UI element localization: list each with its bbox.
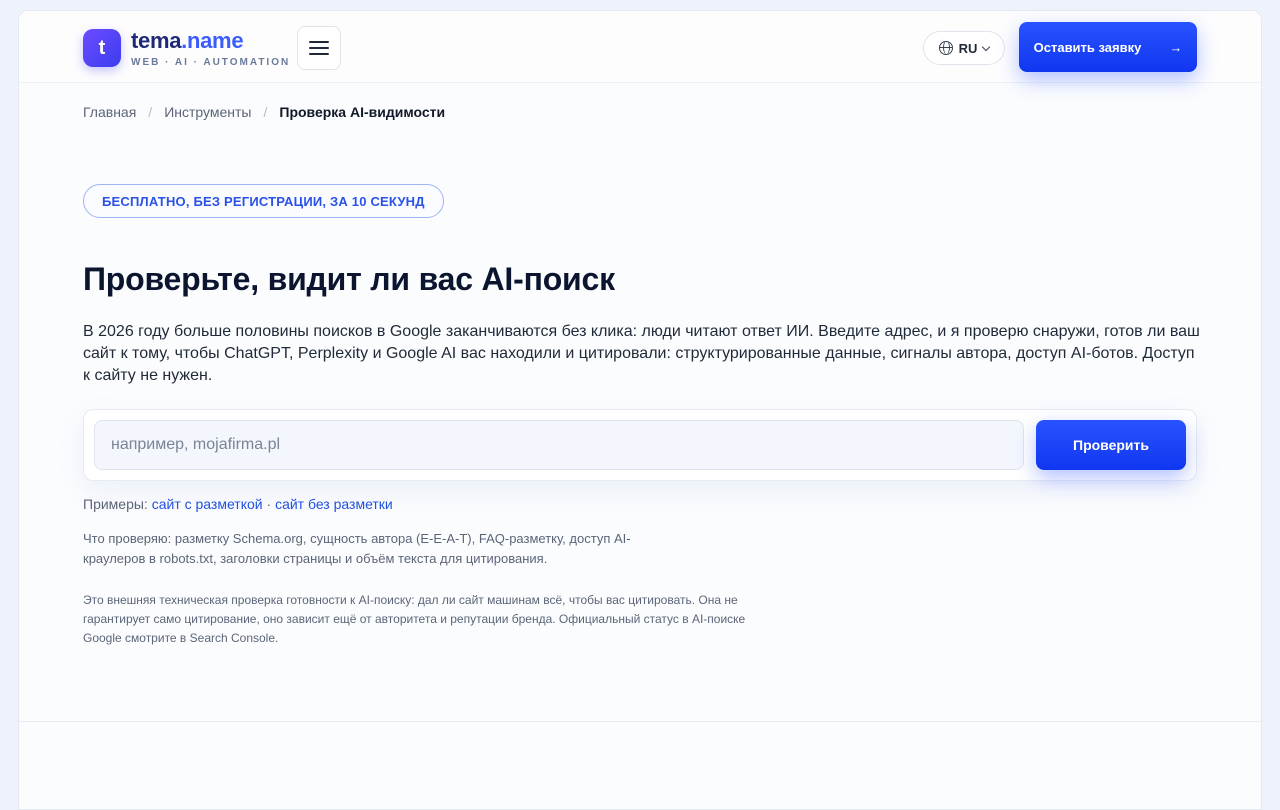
- logo-icon[interactable]: t: [83, 29, 121, 67]
- chevron-down-icon: [982, 42, 991, 51]
- example-link-without-markup[interactable]: сайт без разметки: [275, 496, 393, 512]
- breadcrumb-current: Проверка AI-видимости: [279, 104, 446, 120]
- menu-button[interactable]: [297, 26, 341, 70]
- arrow-right-icon: →: [1169, 39, 1183, 55]
- section-divider: [19, 721, 1261, 722]
- breadcrumb-separator: /: [263, 104, 268, 120]
- intro-text: В 2026 году больше половины поисков в Go…: [83, 323, 1200, 384]
- language-selector[interactable]: RU: [923, 31, 1005, 65]
- url-input[interactable]: [94, 420, 1024, 470]
- page-frame: t tema.name WEB · AI · AUTOMATION RU Ост…: [18, 10, 1262, 810]
- request-button-label: Оставить заявку: [1033, 39, 1142, 55]
- examples-separator: ·: [262, 496, 276, 512]
- free-badge: БЕСПЛАТНО, БЕЗ РЕГИСТРАЦИИ, ЗА 10 СЕКУНД: [83, 184, 444, 218]
- hamburger-icon-line: [309, 41, 329, 43]
- hamburger-icon-line: [309, 47, 329, 49]
- breadcrumb: Главная / Инструменты / Проверка AI-види…: [83, 104, 445, 120]
- checks-description: Что проверяю: разметку Schema.org, сущно…: [83, 531, 631, 566]
- logo-letter: t: [98, 36, 106, 59]
- breadcrumb-tools[interactable]: Инструменты: [164, 104, 251, 120]
- page-title: Проверьте, видит ли вас AI-поиск: [83, 261, 615, 297]
- site-header: t tema.name WEB · AI · AUTOMATION RU Ост…: [19, 11, 1261, 83]
- brand-tagline: WEB · AI · AUTOMATION: [131, 57, 291, 68]
- check-button[interactable]: Проверить: [1036, 420, 1186, 470]
- request-button[interactable]: Оставить заявку →: [1019, 22, 1197, 72]
- example-link-with-markup[interactable]: сайт с разметкой: [152, 496, 263, 512]
- examples-label: Примеры:: [83, 496, 152, 512]
- language-label: RU: [958, 40, 978, 56]
- globe-icon: [938, 41, 953, 55]
- examples-line: Примеры: сайт с разметкой · сайт без раз…: [83, 496, 393, 512]
- brand-name: tema.name: [131, 29, 290, 53]
- breadcrumb-separator: /: [148, 104, 153, 120]
- hamburger-icon-line: [309, 53, 329, 55]
- brand-name-accent: .name: [181, 28, 244, 53]
- brand-name-main: tema: [131, 28, 182, 53]
- breadcrumb-home[interactable]: Главная: [83, 104, 136, 120]
- search-form: Проверить: [83, 409, 1197, 481]
- disclaimer-text: Это внешняя техническая проверка готовно…: [83, 593, 746, 645]
- brand[interactable]: tema.name WEB · AI · AUTOMATION: [131, 29, 291, 69]
